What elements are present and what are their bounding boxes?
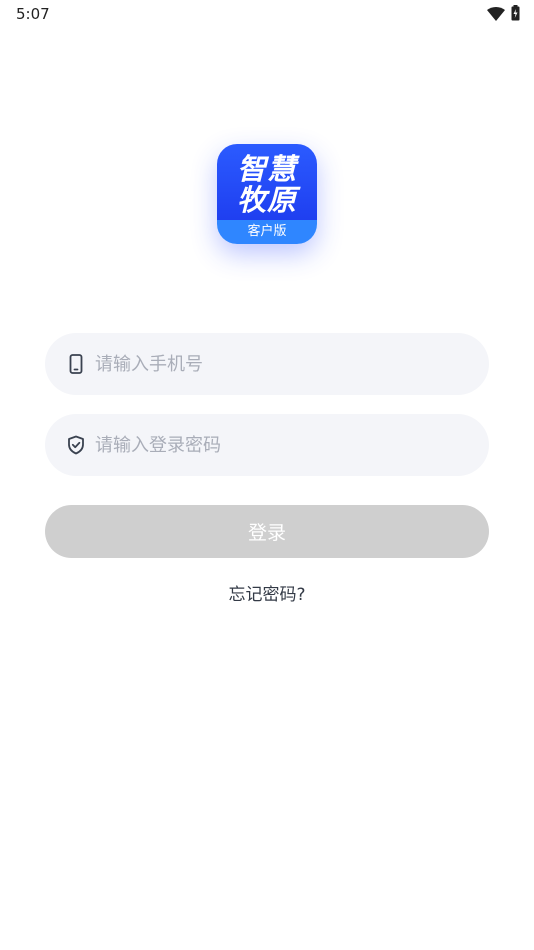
shield-check-icon bbox=[67, 435, 85, 455]
password-input[interactable] bbox=[95, 414, 475, 476]
login-button[interactable]: 登录 bbox=[45, 505, 489, 558]
logo-line2: 牧原 bbox=[236, 183, 297, 217]
forgot-password-link[interactable]: 忘记密码? bbox=[0, 580, 534, 605]
logo-line1: 智慧 bbox=[236, 152, 297, 186]
logo-subtitle: 客户版 bbox=[247, 224, 287, 239]
password-field[interactable] bbox=[45, 414, 489, 476]
wifi-icon bbox=[487, 6, 505, 25]
phone-icon bbox=[67, 354, 85, 374]
phone-input[interactable] bbox=[95, 333, 475, 395]
status-time: 5:07 bbox=[16, 5, 50, 23]
app-logo: 智慧 牧原 客户版 bbox=[217, 144, 317, 244]
status-icons bbox=[487, 5, 520, 25]
status-bar: 5:07 bbox=[0, 0, 534, 28]
phone-field[interactable] bbox=[45, 333, 489, 395]
battery-charging-icon bbox=[511, 5, 520, 25]
